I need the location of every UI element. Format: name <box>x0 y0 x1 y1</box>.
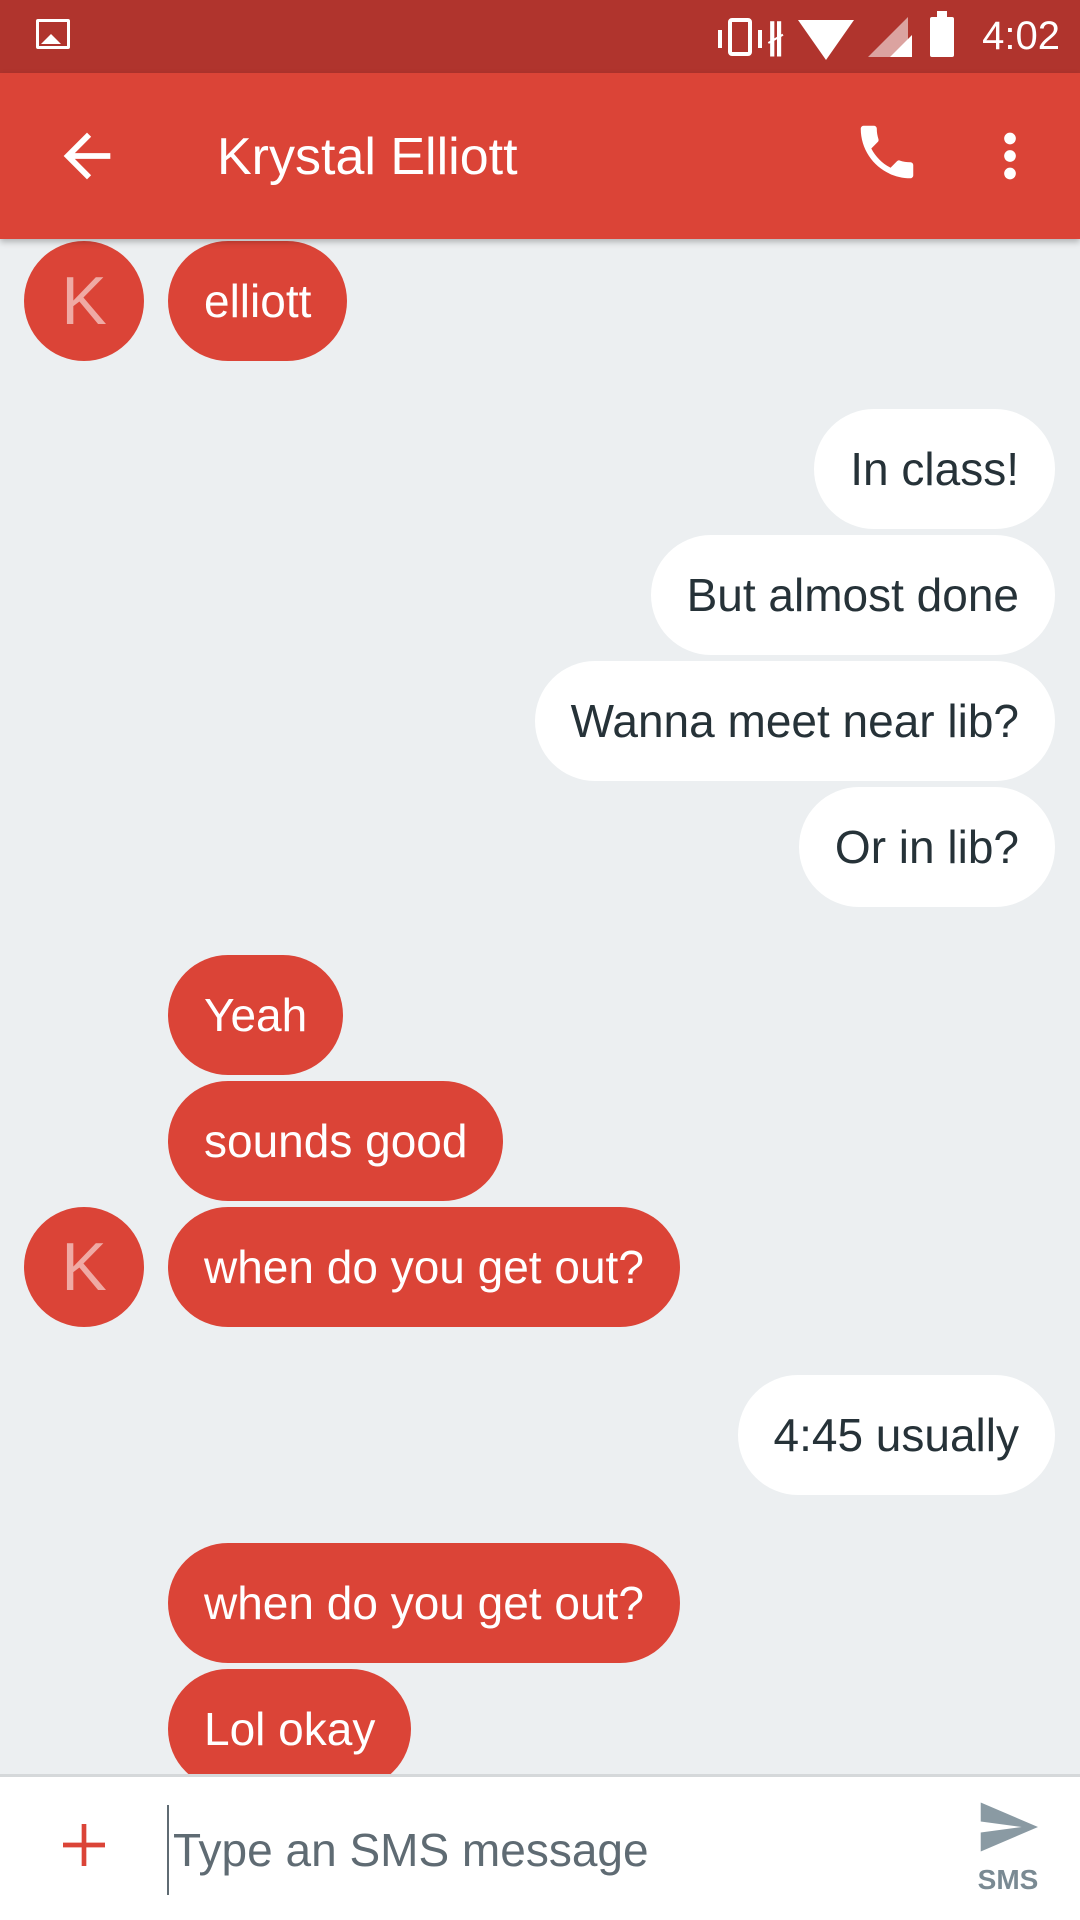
incoming-message[interactable]: when do you get out? <box>168 1207 680 1327</box>
send-icon <box>980 1802 1038 1852</box>
outgoing-message[interactable]: Or in lib? <box>798 787 1055 907</box>
contact-name-title: Krystal Elliott <box>217 128 518 186</box>
contact-avatar[interactable]: K <box>24 241 144 361</box>
bluetooth-icon: ∦ <box>766 15 785 57</box>
outgoing-message[interactable]: In class! <box>814 409 1055 529</box>
vibrate-icon <box>718 17 763 56</box>
send-label: SMS <box>977 1864 1039 1895</box>
incoming-message[interactable]: sounds good <box>168 1081 504 1201</box>
back-arrow-icon <box>63 132 111 180</box>
call-button[interactable] <box>852 117 922 187</box>
phone-icon <box>860 125 914 179</box>
incoming-message[interactable]: when do you get out? <box>168 1543 680 1663</box>
wifi-icon <box>798 19 855 60</box>
message-composer: SMS <box>0 1774 1080 1920</box>
battery-icon <box>930 10 955 57</box>
plus-icon <box>63 1824 105 1866</box>
more-vert-icon <box>1004 132 1016 180</box>
outgoing-message[interactable]: But almost done <box>650 535 1055 655</box>
sms-message-input[interactable] <box>167 1805 945 1895</box>
status-bar: ∦ 4:02 <box>0 0 1080 73</box>
status-time: 4:02 <box>982 14 1060 58</box>
outgoing-message[interactable]: 4:45 usually <box>737 1375 1055 1495</box>
more-options-button[interactable] <box>990 121 1030 191</box>
add-attachment-button[interactable] <box>56 1817 112 1873</box>
contact-avatar[interactable]: K <box>24 1207 144 1327</box>
app-bar: Krystal Elliott <box>0 73 1080 239</box>
status-icons: ∦ 4:02 <box>718 0 1060 73</box>
incoming-message[interactable]: Lol okay <box>168 1669 412 1774</box>
message-list[interactable]: K elliott In class! But almost done Wann… <box>0 239 1080 1774</box>
signal-icon <box>868 16 913 57</box>
incoming-message[interactable]: Yeah <box>168 955 344 1075</box>
outgoing-message[interactable]: Wanna meet near lib? <box>534 661 1055 781</box>
gallery-icon <box>36 19 70 49</box>
send-sms-button[interactable]: SMS <box>968 1797 1048 1907</box>
incoming-message[interactable]: elliott <box>168 241 348 361</box>
back-button[interactable] <box>52 121 122 191</box>
